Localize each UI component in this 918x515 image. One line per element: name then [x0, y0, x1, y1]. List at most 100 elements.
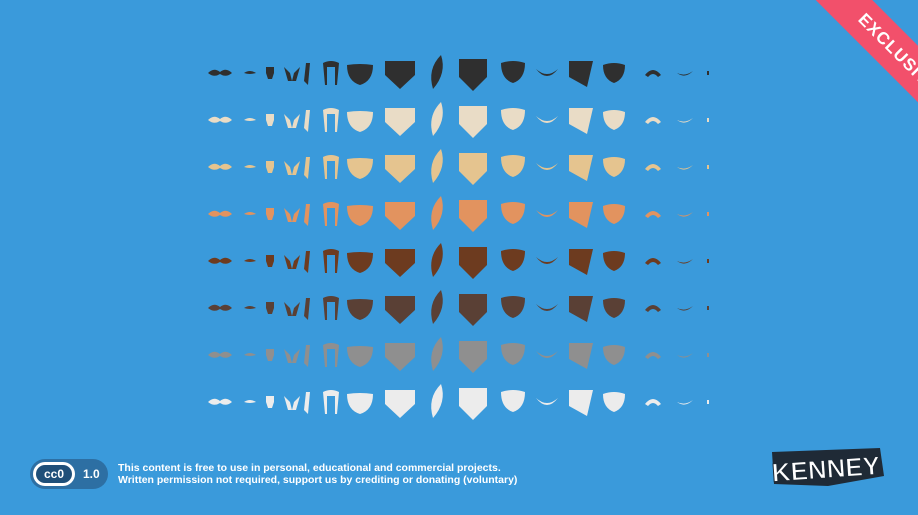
- beard-sprite: [284, 396, 300, 410]
- kenney-logo: KENNEY: [770, 448, 884, 488]
- beard-sprite: [385, 202, 415, 230]
- beard-sprite: [284, 302, 300, 316]
- beard-sprite: [536, 69, 558, 76]
- beard-sprite: [284, 208, 300, 222]
- beard-sprite: [347, 111, 373, 132]
- beard-sprite: [459, 388, 487, 420]
- beard-sprite: [501, 390, 525, 412]
- beard-sprite: [266, 255, 274, 267]
- beard-sprite: [536, 257, 558, 264]
- beard-sprite: [385, 390, 415, 418]
- beard-sprite: [459, 59, 487, 91]
- beard-sprite: [645, 258, 661, 265]
- beard-sprite: [603, 392, 625, 412]
- beard-sprite: [208, 210, 232, 217]
- beard-sprite: [459, 200, 487, 232]
- beard-sprite: [266, 349, 274, 361]
- beard-sprite: [244, 400, 256, 403]
- beard-sprite: [244, 259, 256, 262]
- beard-sprite: [323, 390, 339, 414]
- beard-sprite: [569, 108, 593, 134]
- beard-sprite: [677, 71, 693, 76]
- beard-sprite: [244, 71, 256, 74]
- beard-sprite: [323, 249, 339, 273]
- beard-sprite: [304, 204, 310, 226]
- beard-sprite: [431, 290, 443, 324]
- beard-sprite: [677, 400, 693, 405]
- beard-sprite: [385, 108, 415, 136]
- beard-sprite: [304, 345, 310, 367]
- beard-sprite: [677, 165, 693, 170]
- beard-sprite: [431, 149, 443, 183]
- beard-sprite: [244, 306, 256, 309]
- exclusive-label: EXCLUSIVE: [802, 0, 918, 140]
- beard-sprite: [347, 64, 373, 85]
- beard-sprite: [569, 296, 593, 322]
- beard-sprite: [244, 212, 256, 215]
- beard-sprite: [208, 351, 232, 358]
- beard-sprite: [323, 296, 339, 320]
- cc0-badge-text: cc0: [36, 465, 72, 483]
- beard-sprite: [707, 400, 709, 404]
- beard-sprite: [323, 343, 339, 367]
- beard-sprite: [645, 117, 661, 124]
- beard-sprite: [569, 202, 593, 228]
- beard-sprite: [244, 118, 256, 121]
- beard-sprite: [536, 210, 558, 217]
- beard-sprite: [707, 212, 709, 216]
- license-line-1: This content is free to use in personal,…: [118, 462, 501, 474]
- beard-sprite: [304, 157, 310, 179]
- beard-sprite: [385, 155, 415, 183]
- beard-sprite: [208, 116, 232, 123]
- beard-sprite: [707, 306, 709, 310]
- beard-sprite: [677, 306, 693, 311]
- beard-sprite: [266, 67, 274, 79]
- beard-sprite: [459, 341, 487, 373]
- beard-sprite: [501, 202, 525, 224]
- beard-sprite: [431, 384, 443, 418]
- beard-sprite: [431, 55, 443, 89]
- beard-sprite: [569, 249, 593, 275]
- beard-sprite: [645, 211, 661, 218]
- beard-sprite: [208, 304, 232, 311]
- beard-sprite: [304, 392, 310, 414]
- beard-sprite: [707, 118, 709, 122]
- beard-sprite: [677, 118, 693, 123]
- beard-sprite: [569, 343, 593, 369]
- license-block: cc0 1.0 This content is free to use in p…: [30, 458, 517, 490]
- beard-sprite: [323, 202, 339, 226]
- beard-sprite: [385, 343, 415, 371]
- beard-sprite: [347, 158, 373, 179]
- beard-sprite: [603, 251, 625, 271]
- beard-sprite: [304, 63, 310, 85]
- beard-sprite: [645, 70, 661, 77]
- beard-sprite: [208, 163, 232, 170]
- beard-sprite: [501, 249, 525, 271]
- beard-sprite: [645, 399, 661, 406]
- beard-sprite: [323, 108, 339, 132]
- beard-sprite: [569, 155, 593, 181]
- beard-sprite: [707, 259, 709, 263]
- beard-sprite: [501, 296, 525, 318]
- beard-sprite: [569, 390, 593, 416]
- beard-sprite: [645, 305, 661, 312]
- beard-sprite: [707, 71, 709, 75]
- beard-sprite: [304, 110, 310, 132]
- beard-sprite: [501, 155, 525, 177]
- license-text: This content is free to use in personal,…: [118, 462, 517, 486]
- exclusive-ribbon: EXCLUSIVE: [778, 0, 918, 140]
- beard-sprite: [304, 298, 310, 320]
- beard-sprite: [501, 343, 525, 365]
- beard-sprite: [603, 157, 625, 177]
- beard-sprite: [284, 161, 300, 175]
- beard-sprite: [385, 296, 415, 324]
- beard-sprite: [645, 352, 661, 359]
- beard-sprite: [603, 345, 625, 365]
- beard-sprite: [208, 69, 232, 76]
- beard-sprite: [347, 205, 373, 226]
- beard-sprite: [603, 204, 625, 224]
- beard-sprite: [385, 249, 415, 277]
- beard-sprite: [677, 259, 693, 264]
- beard-sprite: [266, 114, 274, 126]
- beard-sprite: [347, 346, 373, 367]
